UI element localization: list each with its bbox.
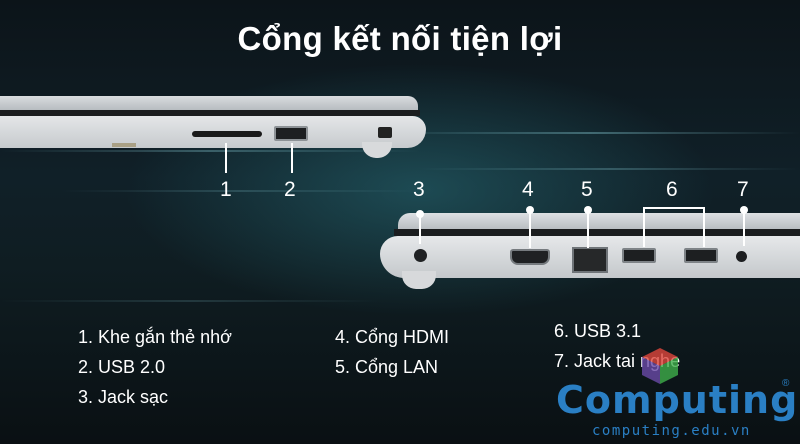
callout-3: 3 xyxy=(413,178,425,201)
callout-line-5 xyxy=(587,208,589,248)
callout-6: 6 xyxy=(666,178,678,201)
callout-2: 2 xyxy=(284,178,296,201)
legend-item: 4. Cổng HDMI xyxy=(335,327,450,347)
callout-line-1 xyxy=(225,143,227,173)
callout-line-7 xyxy=(743,208,745,246)
callout-line-2 xyxy=(291,143,293,173)
usb3-port-icon xyxy=(684,248,718,263)
sd-card-slot-icon xyxy=(192,131,262,137)
legend-column-2: 4. Cổng HDMI 5. Cổng LAN xyxy=(335,322,449,382)
brand-url: computing.edu.vn xyxy=(592,423,751,439)
callout-bracket-6 xyxy=(643,207,705,209)
usb2-port-icon xyxy=(274,126,308,141)
callout-line-4 xyxy=(529,208,531,248)
legend-item: 2. USB 2.0 xyxy=(78,357,166,377)
headphone-jack-icon xyxy=(736,251,747,262)
callout-5: 5 xyxy=(581,178,593,201)
usb3-port-icon xyxy=(622,248,656,263)
callout-line-3 xyxy=(419,214,421,244)
callout-line-6a xyxy=(643,207,645,247)
lan-port-icon xyxy=(572,247,608,273)
legend-item: 3. Jack sạc xyxy=(78,387,169,407)
callout-line-6b xyxy=(703,207,705,247)
brand-logo-text: Computing xyxy=(556,378,799,422)
callout-7: 7 xyxy=(737,178,749,201)
lock-slot-icon xyxy=(378,127,392,138)
legend-column-1: 1. Khe gắn thẻ nhớ 2. USB 2.0 3. Jack sạ… xyxy=(78,322,232,412)
legend-item: 5. Cổng LAN xyxy=(335,357,439,377)
laptop-left-side-image xyxy=(0,96,430,162)
page-title: Cổng kết nối tiện lợi xyxy=(237,20,563,57)
legend-item: 1. Khe gắn thẻ nhớ xyxy=(78,327,232,347)
hdmi-port-icon xyxy=(510,249,550,265)
callout-4: 4 xyxy=(522,178,534,201)
legend-item: 6. USB 3.1 xyxy=(554,321,642,341)
callout-1: 1 xyxy=(220,178,232,201)
power-jack-icon xyxy=(414,249,427,262)
registered-mark: ® xyxy=(782,378,790,389)
